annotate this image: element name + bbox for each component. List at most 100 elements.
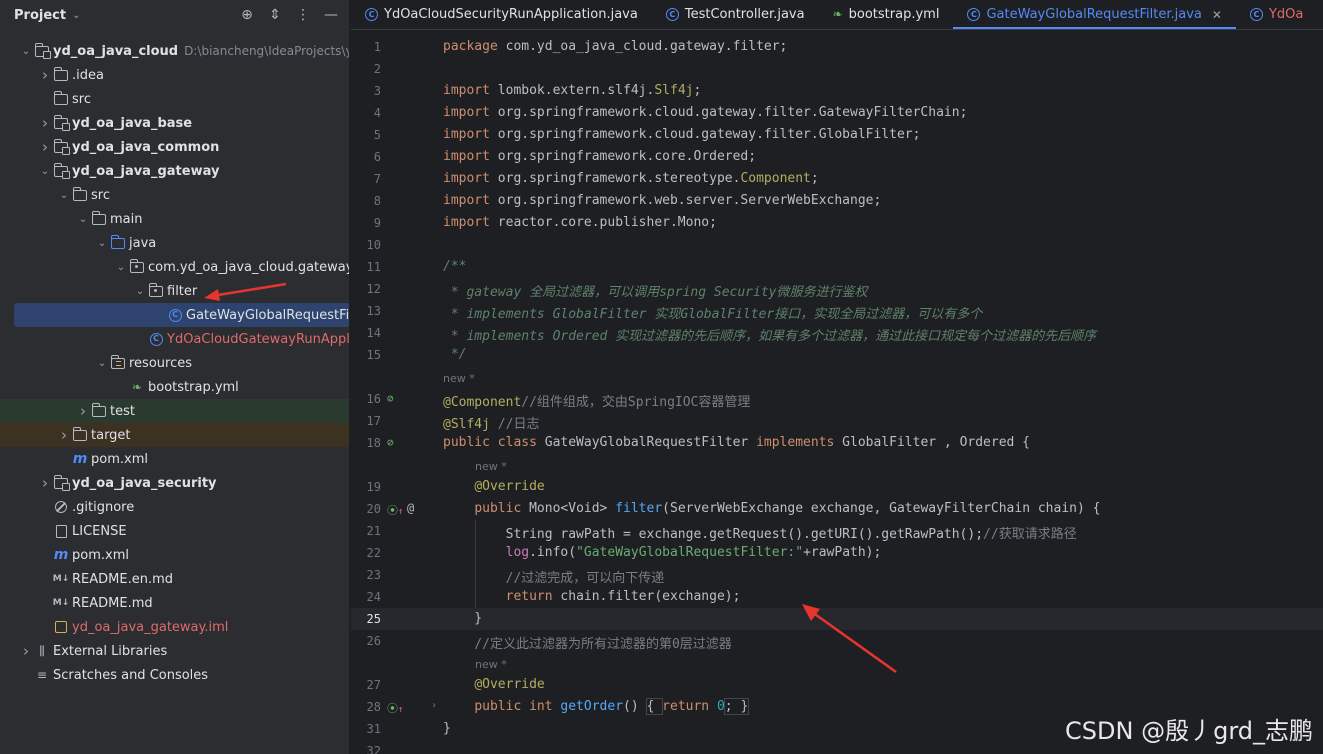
- fold-chevron-icon[interactable]: ›: [431, 700, 437, 711]
- line-number: 3: [373, 84, 381, 98]
- tree-item[interactable]: › .idea: [0, 63, 349, 87]
- editor-tab[interactable]: C YdOa: [1236, 0, 1317, 29]
- close-icon[interactable]: ✕: [1212, 8, 1222, 22]
- tree-item[interactable]: ⌄ com.yd_oa_java_cloud.gateway: [0, 255, 349, 279]
- tree-item[interactable]: ⌄ src: [0, 183, 349, 207]
- tree-item[interactable]: ⌄ filter: [0, 279, 349, 303]
- chevron-down-icon[interactable]: ⌄: [18, 46, 34, 57]
- spring-bean-icon[interactable]: ⊘: [387, 436, 394, 449]
- chevron-right-icon[interactable]: ›: [37, 474, 53, 492]
- chevron-right-icon[interactable]: ›: [56, 426, 72, 444]
- tree-item[interactable]: CYdOaCloudGatewayRunApplication: [0, 327, 349, 351]
- editor-tab[interactable]: ❧ bootstrap.yml: [819, 0, 954, 29]
- tree-item[interactable]: m pom.xml: [0, 447, 349, 471]
- tree-item[interactable]: src: [0, 87, 349, 111]
- code-area[interactable]: 1 package com.yd_oa_java_cloud.gateway.fi…: [351, 36, 1323, 754]
- code-line[interactable]: 17 @Slf4j //日志: [351, 410, 1323, 432]
- locate-icon[interactable]: ⊕: [239, 7, 255, 23]
- override-gutter-icon[interactable]: ⦿↑: [387, 502, 403, 518]
- chevron-down-icon[interactable]: ⌄: [113, 262, 129, 273]
- code-line[interactable]: 2: [351, 58, 1323, 80]
- chevron-down-icon[interactable]: ⌄: [75, 214, 91, 225]
- code-line[interactable]: 10: [351, 234, 1323, 256]
- editor-tab[interactable]: C GateWayGlobalRequestFilter.java ✕: [953, 0, 1236, 29]
- author-hint[interactable]: new *: [475, 460, 507, 473]
- author-hint[interactable]: new *: [443, 372, 475, 385]
- chevron-right-icon[interactable]: ›: [37, 66, 53, 84]
- line-number: 5: [373, 128, 381, 142]
- more-options-icon[interactable]: ⋮: [295, 7, 311, 23]
- code-line[interactable]: 16 ⊘ @Component//组件组成，交由SpringIOC容器管理: [351, 388, 1323, 410]
- code-line[interactable]: 21 String rawPath = exchange.getRequest(…: [351, 520, 1323, 542]
- tree-item[interactable]: ⌄ yd_oa_java_gateway: [0, 159, 349, 183]
- code-line[interactable]: 14 * implements Ordered 实现过滤器的先后顺序，如果有多个…: [351, 322, 1323, 344]
- tree-item[interactable]: CGateWayGlobalRequestFilter: [14, 303, 349, 327]
- chevron-right-icon[interactable]: ›: [18, 642, 34, 660]
- line-number: 31: [366, 722, 381, 736]
- inlay-hint-line[interactable]: new *: [351, 366, 1323, 388]
- code-line[interactable]: 19 @Override: [351, 476, 1323, 498]
- code-line[interactable]: 11 /**: [351, 256, 1323, 278]
- editor-tab[interactable]: C YdOaCloudSecurityRunApplication.java: [351, 0, 652, 29]
- minimize-icon[interactable]: —: [323, 7, 339, 23]
- chevron-down-icon[interactable]: ⌄: [37, 166, 53, 177]
- override-gutter-icon[interactable]: ⦿↑: [387, 700, 403, 716]
- code-line[interactable]: 25 }: [351, 608, 1323, 630]
- tree-item[interactable]: ⌄ main: [0, 207, 349, 231]
- code-line[interactable]: 18 ⊘ public class GateWayGlobalRequestFilt…: [351, 432, 1323, 454]
- line-number: 10: [366, 238, 381, 252]
- tree-item[interactable]: › ⫼ External Libraries: [0, 639, 349, 663]
- code-line[interactable]: 7 import org.springframework.stereotype.C…: [351, 168, 1323, 190]
- tree-item[interactable]: ⌄ yd_oa_java_cloud D:\biancheng\IdeaProjec…: [0, 39, 349, 63]
- code-line[interactable]: 4 import org.springframework.cloud.gatewa…: [351, 102, 1323, 124]
- chevron-right-icon[interactable]: ›: [75, 402, 91, 420]
- editor-tab[interactable]: C TestController.java: [652, 0, 819, 29]
- code-line[interactable]: 12 * gateway 全局过滤器，可以调用spring Security微服…: [351, 278, 1323, 300]
- code-line[interactable]: 23 //过滤完成，可以向下传递: [351, 564, 1323, 586]
- tree-item[interactable]: ≡ Scratches and Consoles: [0, 663, 349, 687]
- code-line[interactable]: 3 import lombok.extern.slf4j.Slf4j;: [351, 80, 1323, 102]
- tree-item[interactable]: › yd_oa_java_common: [0, 135, 349, 159]
- code-token: lombok.extern.slf4j.: [497, 83, 655, 98]
- chevron-right-icon[interactable]: ›: [37, 138, 53, 156]
- tree-item[interactable]: .gitignore: [0, 495, 349, 519]
- code-line[interactable]: 20 ⦿↑ @ public Mono<Void> filter(ServerWeb…: [351, 498, 1323, 520]
- chevron-down-icon[interactable]: ⌄: [132, 286, 148, 297]
- spring-bean-icon[interactable]: ⊘: [387, 392, 394, 405]
- tree-item[interactable]: › test: [0, 399, 349, 423]
- tree-item[interactable]: yd_oa_java_gateway.iml: [0, 615, 349, 639]
- chevron-down-icon[interactable]: ⌄: [94, 238, 110, 249]
- tree-item[interactable]: › yd_oa_java_base: [0, 111, 349, 135]
- tree-item[interactable]: › target: [0, 423, 349, 447]
- expand-collapse-icon[interactable]: ⇕: [267, 7, 283, 23]
- code-line[interactable]: 26 //定义此过滤器为所有过滤器的第0层过滤器: [351, 630, 1323, 652]
- inlay-hint-line[interactable]: new *: [351, 652, 1323, 674]
- author-hint[interactable]: new *: [475, 658, 507, 671]
- chevron-down-icon[interactable]: ⌄: [94, 358, 110, 369]
- code-line[interactable]: 24 return chain.filter(exchange);: [351, 586, 1323, 608]
- code-line[interactable]: 22 log.info("GateWayGlobalRequestFilter:…: [351, 542, 1323, 564]
- code-line[interactable]: 9 import reactor.core.publisher.Mono;: [351, 212, 1323, 234]
- inlay-hint-line[interactable]: new *: [351, 454, 1323, 476]
- code-editor[interactable]: 1 package com.yd_oa_java_cloud.gateway.fi…: [351, 31, 1323, 754]
- code-line[interactable]: 15 */: [351, 344, 1323, 366]
- code-line[interactable]: 6 import org.springframework.core.Ordered…: [351, 146, 1323, 168]
- code-line[interactable]: 13 * implements GlobalFilter 实现GlobalFil…: [351, 300, 1323, 322]
- tree-item[interactable]: ⌄ java: [0, 231, 349, 255]
- project-view-selector[interactable]: Project: [14, 8, 66, 23]
- tree-item[interactable]: m pom.xml: [0, 543, 349, 567]
- tree-item[interactable]: ❧ bootstrap.yml: [0, 375, 349, 399]
- tree-item[interactable]: LICENSE: [0, 519, 349, 543]
- chevron-down-icon[interactable]: ⌄: [72, 10, 80, 21]
- code-line[interactable]: 1 package com.yd_oa_java_cloud.gateway.fi…: [351, 36, 1323, 58]
- tree-item[interactable]: M↓ README.en.md: [0, 567, 349, 591]
- chevron-down-icon[interactable]: ⌄: [56, 190, 72, 201]
- code-line[interactable]: 5 import org.springframework.cloud.gatewa…: [351, 124, 1323, 146]
- chevron-right-icon[interactable]: ›: [37, 114, 53, 132]
- tree-item[interactable]: ⌄ resources: [0, 351, 349, 375]
- request-mapping-icon[interactable]: @: [407, 501, 414, 515]
- tree-item[interactable]: › yd_oa_java_security: [0, 471, 349, 495]
- tree-item[interactable]: M↓ README.md: [0, 591, 349, 615]
- code-line[interactable]: 27 @Override: [351, 674, 1323, 696]
- code-line[interactable]: 8 import org.springframework.web.server.S…: [351, 190, 1323, 212]
